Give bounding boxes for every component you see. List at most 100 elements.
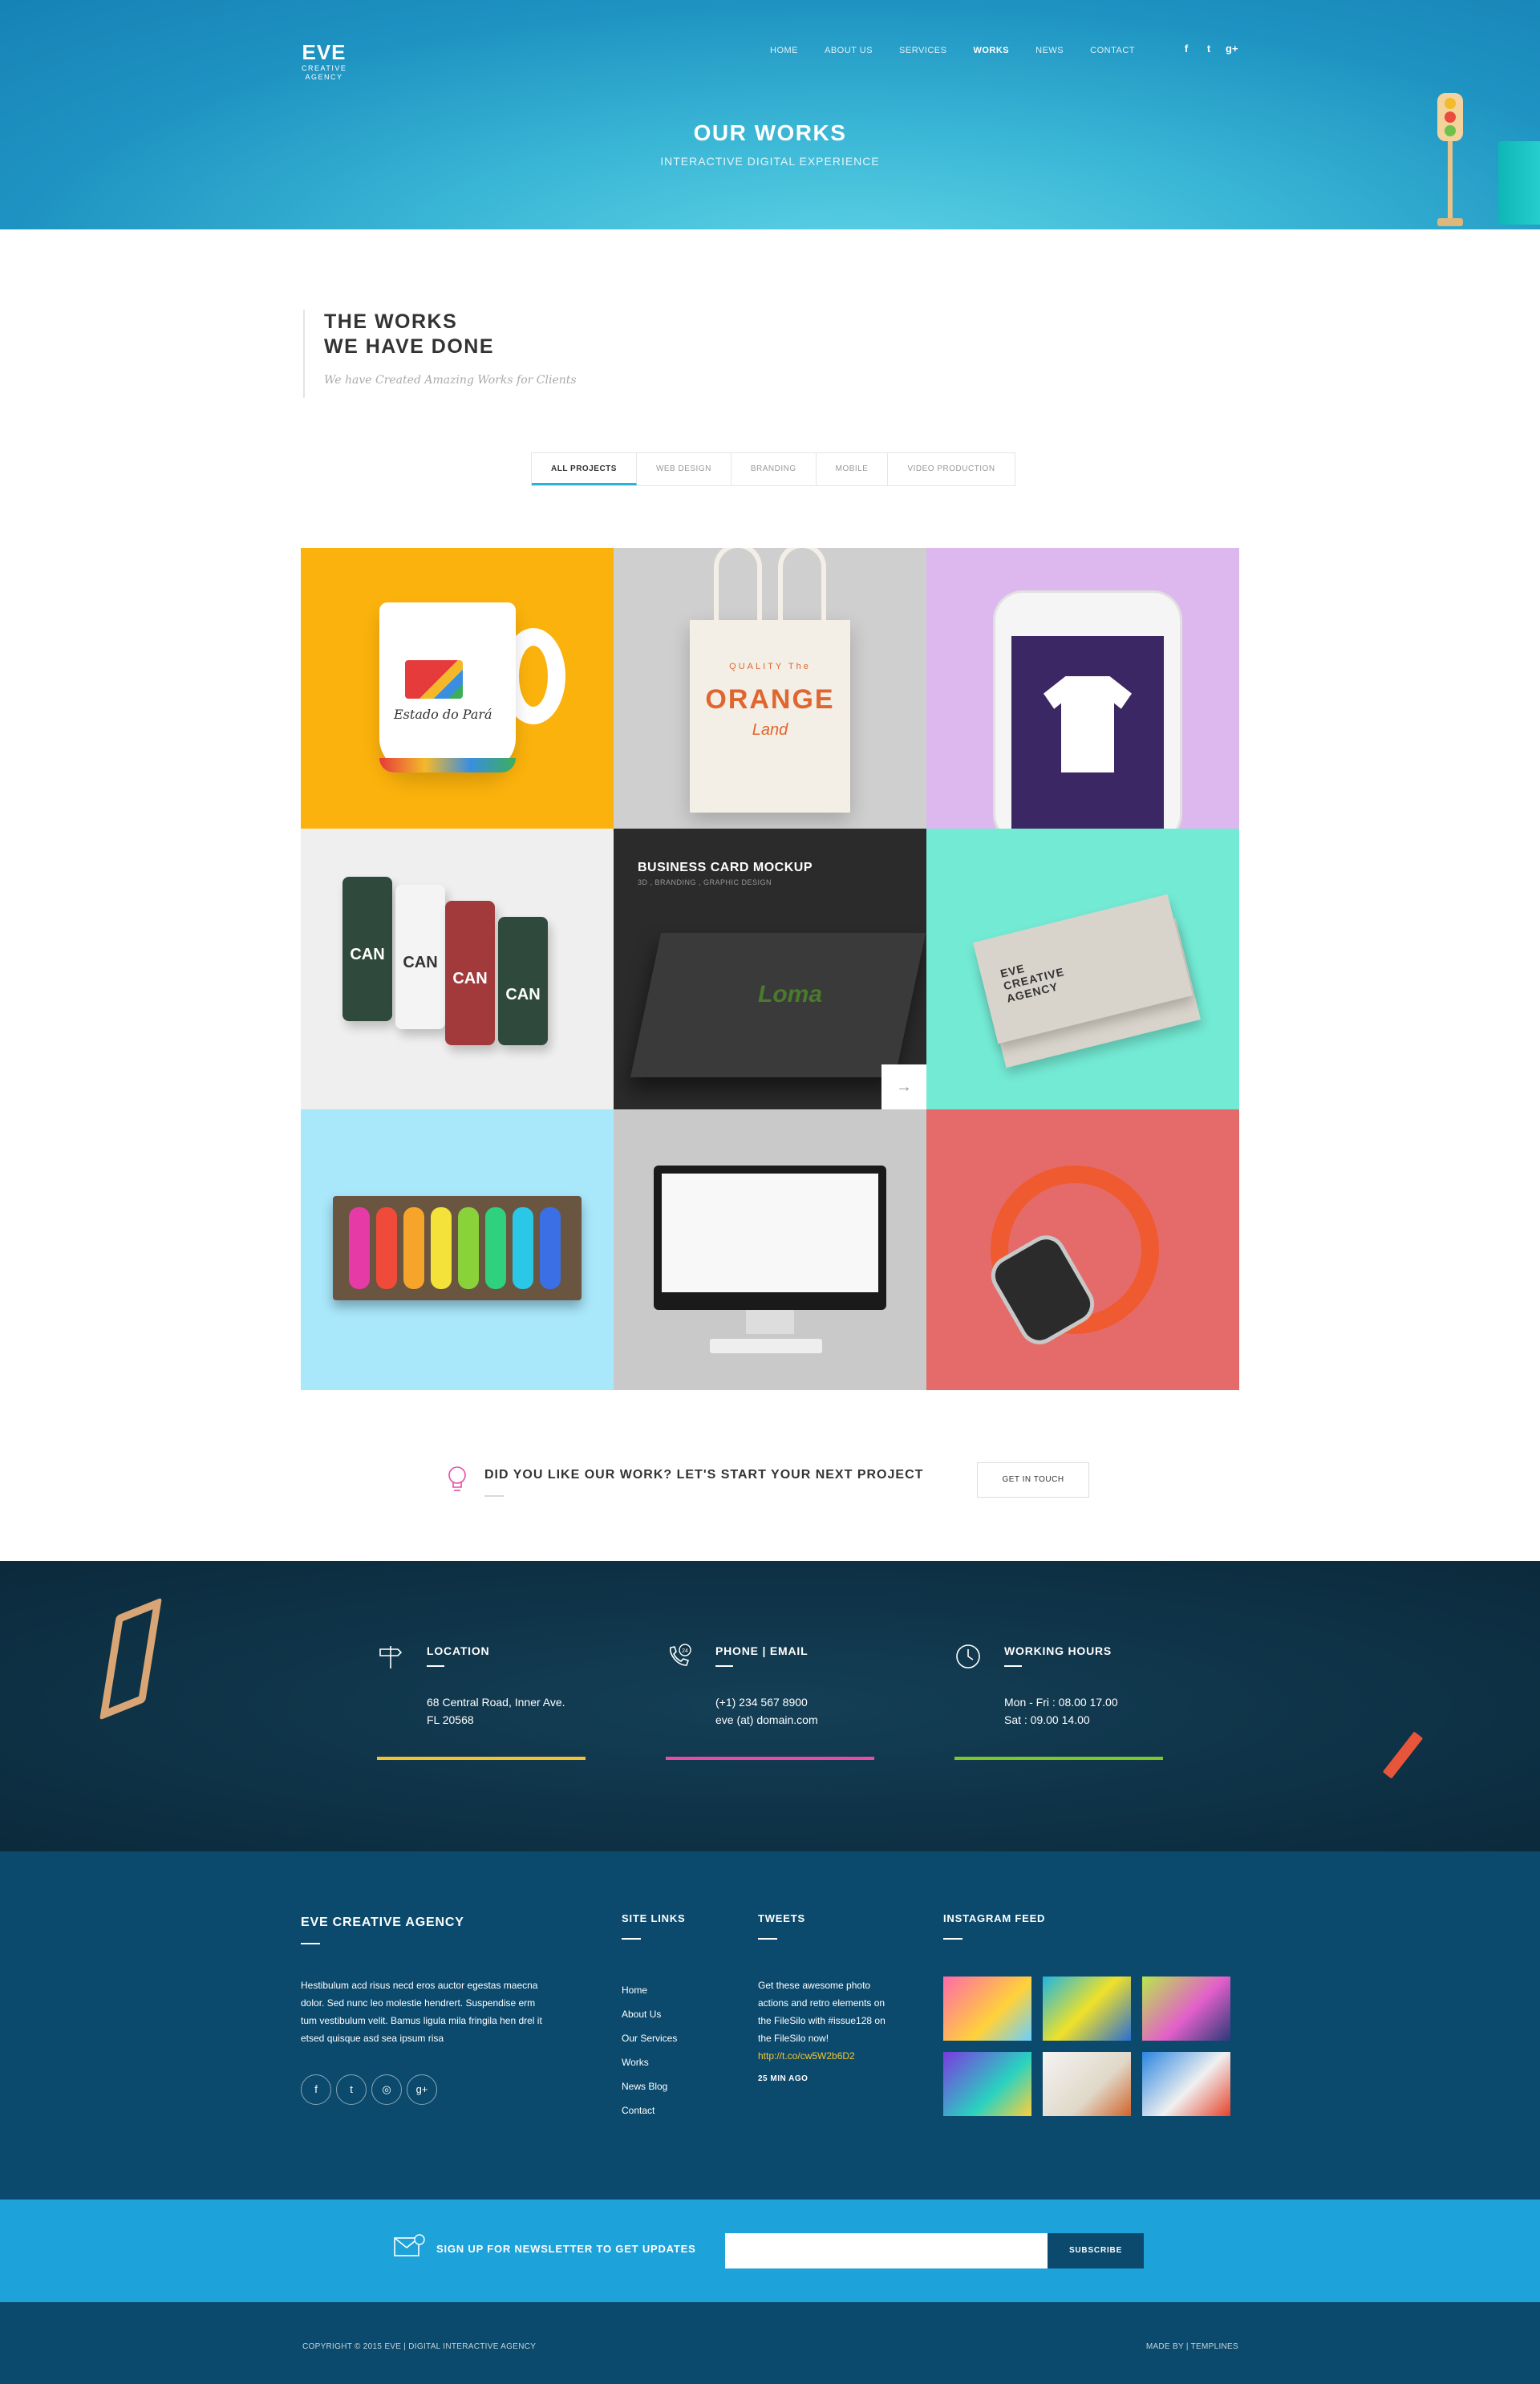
section-title-line-2: WE HAVE DONE [324,335,494,358]
mug-stripe [379,758,516,772]
tweet-link[interactable]: http://t.co/cw5W2b6D2 [758,2050,855,2062]
imac-screen [662,1174,878,1292]
get-in-touch-button[interactable]: GET IN TOUCH [977,1462,1089,1498]
page-subtitle: INTERACTIVE DIGITAL EXPERIENCE [660,155,880,168]
phone-shape [995,593,1180,829]
hours-weekdays: Mon - Fri : 08.00 17.00 [1004,1696,1118,1709]
nav-home[interactable]: HOME [770,45,798,56]
newsletter-email-input[interactable] [725,2233,1048,2268]
copyright-text: COPYRIGHT © 2015 EVE | DIGITAL INTERACTI… [302,2342,537,2351]
heading-dash [758,1938,777,1940]
heading-dash [427,1665,444,1667]
portfolio-item-tags: 3D , BRANDING , GRAPHIC DESIGN [638,878,772,886]
footer-link-contact[interactable]: Contact [622,2098,677,2122]
contact-working-hours: WORKING HOURS Mon - Fri : 08.00 17.00 Sa… [954,1643,1163,1760]
facebook-icon[interactable]: f [1181,43,1192,55]
nav-works[interactable]: WORKS [973,45,1009,56]
instagram-photo[interactable] [1142,2052,1230,2116]
tweets-heading: TWEETS [758,1912,805,1924]
hero-header: EVE CREATIVE AGENCY HOME ABOUT US SERVIC… [0,0,1540,229]
heading-dash [943,1938,962,1940]
logo[interactable]: EVE CREATIVE AGENCY [302,40,346,82]
mug-flag-graphic [405,660,463,699]
portfolio-item-imac[interactable] [614,1109,926,1390]
section-subtitle: We have Created Amazing Works for Client… [324,374,577,387]
portfolio-item-cans[interactable]: CAN CAN CAN CAN [301,829,614,1109]
signpost-icon [379,1646,403,1668]
section-heading: THE WORKS WE HAVE DONE We have Created A… [303,310,704,398]
watch-band [967,1141,1183,1358]
tab-video-production[interactable]: VIDEO PRODUCTION [888,453,1014,485]
imac-shape [654,1166,886,1310]
tab-web-design[interactable]: WEB DESIGN [637,453,732,485]
instagram-photo[interactable] [1043,2052,1131,2116]
portfolio-item-mug[interactable]: Estado do Pará [301,548,614,829]
phone-number[interactable]: (+1) 234 567 8900 [715,1696,808,1709]
portfolio-item-watch[interactable] [926,1109,1239,1390]
main-nav: HOME ABOUT US SERVICES WORKS NEWS CONTAC… [770,45,1161,56]
hours-saturday: Sat : 09.00 14.00 [1004,1713,1090,1726]
hours-heading: WORKING HOURS [1004,1644,1112,1657]
tote-text-main: ORANGE [705,684,835,715]
email-address[interactable]: eve (at) domain.com [715,1713,818,1726]
instagram-photo[interactable] [943,1977,1031,2041]
logo-sub-line-1: CREATIVE [302,64,347,72]
keyboard-shape [710,1339,822,1353]
phone-heading: PHONE | EMAIL [715,1644,808,1657]
footer-link-news-blog[interactable]: News Blog [622,2074,677,2098]
instagram-photo[interactable] [943,2052,1031,2116]
instagram-photo[interactable] [1142,1977,1230,2041]
location-color-bar [377,1757,586,1760]
logo-mark: EVE [302,40,346,64]
subscribe-button[interactable]: SUBSCRIBE [1048,2233,1144,2268]
can-green-1: CAN [342,877,392,1021]
arrow-right-icon[interactable]: → [881,1064,926,1109]
card-text: EVE CREATIVE AGENCY [999,961,1066,1005]
phone-color-bar [666,1757,874,1760]
business-card-logo: Loma [758,981,823,1008]
twitter-icon[interactable]: t [1203,43,1214,55]
nav-contact[interactable]: CONTACT [1090,45,1135,56]
portfolio-item-title[interactable]: BUSINESS CARD MOCKUP [638,861,813,875]
portfolio-item-crayons[interactable] [301,1109,614,1390]
lightbulb-icon [448,1466,466,1491]
tweet: Get these awesome photo actions and retr… [758,1977,886,2065]
nav-news[interactable]: NEWS [1035,45,1064,56]
tab-mobile[interactable]: MOBILE [817,453,889,485]
logo-sub-line-2: AGENCY [305,73,343,81]
portfolio-item-tote-bag[interactable]: QUALITY The ORANGE Land [614,548,926,829]
tweet-text: Get these awesome photo actions and retr… [758,1980,886,2044]
footer-link-works[interactable]: Works [622,2050,677,2074]
google-plus-icon[interactable]: g+ [407,2074,437,2105]
portfolio-grid: Estado do Pará QUALITY The ORANGE Land C… [301,548,1239,1390]
footer-social-links: f t ◎ g+ [301,2074,437,2105]
instagram-photo[interactable] [1043,1977,1131,2041]
bottom-bar: COPYRIGHT © 2015 EVE | DIGITAL INTERACTI… [0,2302,1540,2384]
google-plus-icon[interactable]: g+ [1226,43,1238,55]
portfolio-item-cards[interactable]: EVE CREATIVE AGENCY [926,829,1239,1109]
footer-agency-title: EVE CREATIVE AGENCY [301,1916,464,1929]
can-white: CAN [395,885,445,1029]
portfolio-item-business-card[interactable]: Loma BUSINESS CARD MOCKUP 3D , BRANDING … [614,829,926,1109]
imac-stand [746,1310,794,1334]
twitter-icon[interactable]: t [336,2074,367,2105]
section-title-line-1: THE WORKS [324,310,458,333]
heading-dash [1004,1665,1022,1667]
made-by-text[interactable]: MADE BY | TEMPLINES [1146,2342,1238,2351]
footer-link-about-us[interactable]: About Us [622,2002,677,2026]
site-links-heading: SITE LINKS [622,1912,686,1924]
instagram-heading: INSTAGRAM FEED [943,1912,1046,1924]
heading-dash [622,1938,641,1940]
clock-icon [956,1644,980,1668]
nav-services[interactable]: SERVICES [899,45,946,56]
heading-dash [301,1943,320,1944]
footer-link-our-services[interactable]: Our Services [622,2026,677,2050]
nav-about-us[interactable]: ABOUT US [825,45,873,56]
instagram-feed [943,1977,1230,2116]
portfolio-item-phone-tshirt[interactable] [926,548,1239,829]
facebook-icon[interactable]: f [301,2074,331,2105]
instagram-icon[interactable]: ◎ [371,2074,402,2105]
tab-branding[interactable]: BRANDING [732,453,817,485]
footer-link-home[interactable]: Home [622,1978,677,2002]
tab-all-projects[interactable]: ALL PROJECTS [532,453,637,485]
